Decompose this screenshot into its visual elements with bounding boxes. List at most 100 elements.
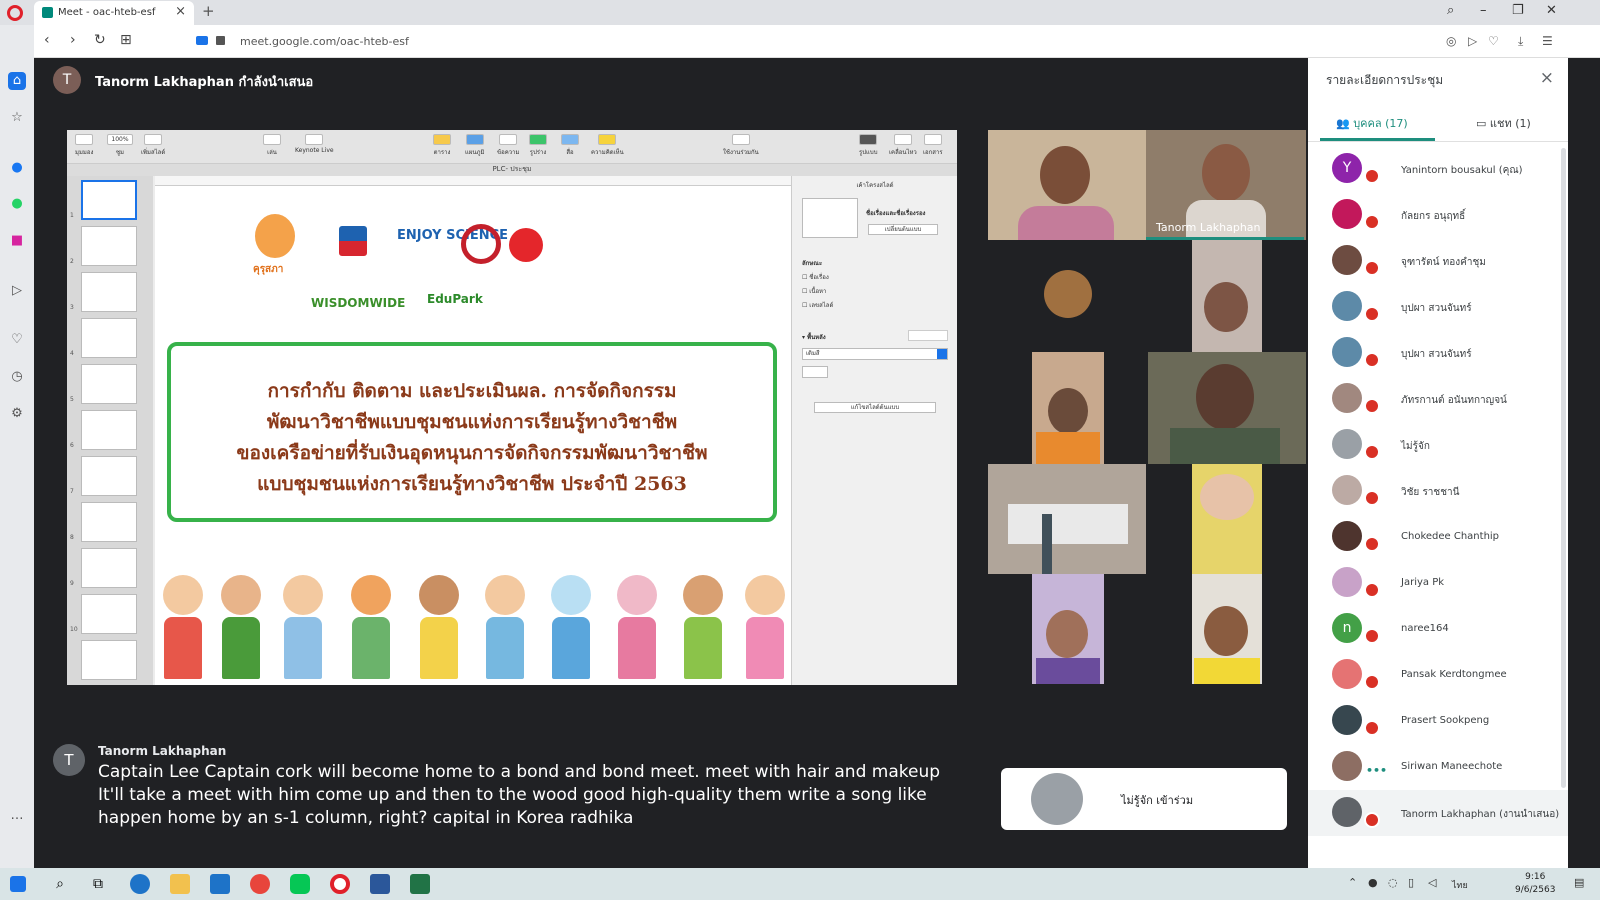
participant-row[interactable]: Y Yanintorn bousakul (คุณ) <box>1308 146 1568 192</box>
tab-close-icon[interactable]: × <box>175 4 186 19</box>
slide-thumbnail[interactable] <box>81 226 137 266</box>
edit-master-button[interactable]: แก้ไขสไลด์ต้นแบบ <box>814 402 936 413</box>
body-checkbox[interactable]: ☐ เนื้อหา <box>802 286 826 296</box>
background-color-swatch[interactable] <box>908 330 948 341</box>
edge-icon[interactable] <box>130 874 150 894</box>
kn-view-button[interactable]: มุมมอง <box>75 134 93 157</box>
network-icon[interactable]: ◌ <box>1388 876 1398 889</box>
new-tab-button[interactable]: + <box>202 2 215 20</box>
kn-document-button[interactable]: เอกสาร <box>923 134 943 157</box>
kn-collaborate-button[interactable]: ใช้งานร่วมกัน <box>723 134 759 157</box>
restore-button[interactable]: ❐ <box>1512 3 1524 18</box>
excel-icon[interactable] <box>410 874 430 894</box>
participant-row[interactable]: กัลยกร อนุฤทธิ์ <box>1308 192 1568 238</box>
search-icon[interactable]: ⌕ <box>50 874 70 894</box>
messenger-icon[interactable]: ● <box>8 159 26 177</box>
notification-icon[interactable]: ▤ <box>1574 876 1584 889</box>
fill-select[interactable]: เติมสี <box>802 348 948 360</box>
camera-in-use-icon[interactable] <box>196 36 208 45</box>
history-icon[interactable]: ◷ <box>8 368 26 386</box>
more-icon[interactable]: … <box>8 807 26 825</box>
participant-row[interactable]: วิชัย ราชชานี <box>1308 468 1568 514</box>
slide-canvas[interactable]: คุรุสภา ENJOY SCIENCE WISDOMWIDE EduPark… <box>155 186 791 685</box>
language-indicator[interactable]: ไทย <box>1452 878 1468 892</box>
slide-number-checkbox[interactable]: ☐ เลขสไลด์ <box>802 300 833 310</box>
slide-thumbnail[interactable] <box>81 640 137 680</box>
forward-button[interactable]: › <box>70 32 76 48</box>
participant-row[interactable]: บุปผา สวนจันทร์ <box>1308 330 1568 376</box>
heart-icon[interactable]: ♡ <box>1488 34 1499 48</box>
back-button[interactable]: ‹ <box>44 32 50 48</box>
url-field[interactable]: meet.google.com/oac-hteb-esf <box>240 35 409 48</box>
heart-icon[interactable]: ♡ <box>8 331 26 349</box>
kn-shape-button[interactable]: รูปร่าง <box>529 134 547 157</box>
settings-icon[interactable]: ⚙ <box>8 405 26 423</box>
task-view-icon[interactable]: ⧉ <box>88 874 108 894</box>
mail-icon[interactable] <box>210 874 230 894</box>
kn-format-button[interactable]: รูปแบบ <box>859 134 878 157</box>
opera-logo-icon[interactable] <box>7 5 23 21</box>
close-icon[interactable]: × <box>1540 68 1554 88</box>
participant-row[interactable]: ไม่รู้จัก <box>1308 422 1568 468</box>
participant-row[interactable]: บุปผา สวนจันทร์ <box>1308 284 1568 330</box>
kn-zoom-button[interactable]: 100% ซูม <box>107 134 133 157</box>
minimize-button[interactable]: – <box>1480 3 1487 18</box>
lock-icon[interactable] <box>216 36 225 45</box>
kn-live-button[interactable]: Keynote Live <box>295 134 334 154</box>
slide-thumbnail[interactable] <box>81 410 137 450</box>
reload-button[interactable]: ↻ <box>94 32 106 48</box>
participant-row[interactable]: จุฑารัตน์ ทองคำชุม <box>1308 238 1568 284</box>
title-checkbox[interactable]: ☐ ชื่อเรื่อง <box>802 272 829 282</box>
news-icon[interactable]: ☆ <box>8 109 26 127</box>
battery-icon[interactable]: ▯ <box>1408 876 1414 889</box>
video-tile-active-speaker[interactable]: Tanorm Lakhaphan <box>1146 130 1306 240</box>
slide-thumbnail[interactable] <box>81 548 137 588</box>
video-tile[interactable] <box>988 240 1192 352</box>
shared-screen-keynote[interactable]: มุมมอง 100% ซูม เพิ่มสไลด์ เล่น Keynote L… <box>67 130 957 685</box>
slide-thumbnail[interactable] <box>81 318 137 358</box>
kn-play-button[interactable]: เล่น <box>263 134 281 157</box>
video-tile[interactable] <box>1192 240 1262 352</box>
kn-text-button[interactable]: ข้อความ <box>497 134 519 157</box>
slide-thumbnail[interactable] <box>81 456 137 496</box>
home-icon[interactable]: ⌂ <box>8 72 26 90</box>
menu-icon[interactable]: ☰ <box>1542 34 1553 48</box>
speed-dial-button[interactable]: ⊞ <box>120 32 132 48</box>
line-icon[interactable] <box>290 874 310 894</box>
slide-thumbnail[interactable] <box>81 594 137 634</box>
file-explorer-icon[interactable] <box>170 874 190 894</box>
participant-row[interactable]: Tanorm Lakhaphan (งานนำเสนอ) <box>1308 790 1568 836</box>
taskbar-clock[interactable]: 9:16 9/6/2563 <box>1515 871 1555 897</box>
close-window-button[interactable]: ✕ <box>1546 3 1557 18</box>
participant-row[interactable]: ภัทรกานต์ อนันทกาญจน์ <box>1308 376 1568 422</box>
windows-start-icon[interactable] <box>10 876 26 892</box>
video-tile[interactable] <box>1192 574 1262 684</box>
participant-row[interactable]: ••• Siriwan Maneechote <box>1308 744 1568 790</box>
video-tile[interactable] <box>988 464 1146 574</box>
snapshot-icon[interactable]: ◎ <box>1446 34 1456 48</box>
kn-animate-button[interactable]: เคลื่อนไหว <box>889 134 917 157</box>
video-tile[interactable] <box>988 130 1146 240</box>
search-tabs-icon[interactable]: ⌕ <box>1447 3 1454 18</box>
send-icon[interactable]: ▷ <box>1468 34 1477 48</box>
word-icon[interactable] <box>370 874 390 894</box>
download-icon[interactable]: ⤓ <box>1518 34 1523 49</box>
kn-chart-button[interactable]: แผนภูมิ <box>465 134 484 157</box>
participant-row[interactable]: Pansak Kerdtongmee <box>1308 652 1568 698</box>
video-tile[interactable] <box>1032 574 1104 684</box>
slide-thumbnail[interactable] <box>81 180 137 220</box>
video-tile[interactable] <box>1032 352 1104 464</box>
tab-people[interactable]: 👥 บุคคล (17) <box>1336 114 1408 132</box>
video-tile[interactable] <box>1148 352 1306 464</box>
volume-icon[interactable]: ◁ <box>1428 876 1436 889</box>
participant-row[interactable]: Prasert Sookpeng <box>1308 698 1568 744</box>
kn-table-button[interactable]: ตาราง <box>433 134 451 157</box>
kn-comment-button[interactable]: ความคิดเห็น <box>591 134 624 157</box>
instagram-icon[interactable]: ■ <box>8 232 26 250</box>
tab-chat[interactable]: ▭ แชท (1) <box>1476 114 1531 132</box>
participant-row[interactable]: n naree164 <box>1308 606 1568 652</box>
layout-preview[interactable] <box>802 198 858 238</box>
participant-row[interactable]: Chokedee Chanthip <box>1308 514 1568 560</box>
opera-icon[interactable] <box>330 874 350 894</box>
video-tile[interactable] <box>1192 464 1262 574</box>
